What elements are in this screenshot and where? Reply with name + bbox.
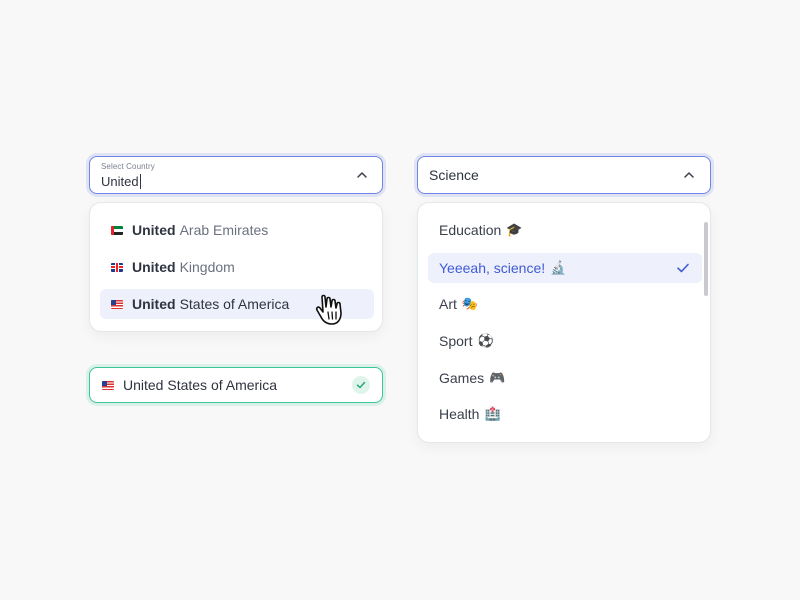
microscope-icon: 🔬 — [550, 260, 567, 276]
option-label: Education — [439, 222, 502, 238]
option-match: United — [132, 259, 176, 275]
chevron-up-icon[interactable] — [354, 167, 370, 183]
game-controller-icon: 🎮 — [489, 370, 506, 386]
text-caret — [139, 174, 142, 189]
country-option-uae[interactable]: United Arab Emirates — [100, 215, 374, 245]
option-match: United — [132, 222, 176, 238]
category-dropdown: Education 🎓 Yeeeah, science! 🔬 Art 🎭 Spo… — [417, 202, 711, 443]
country-search-input[interactable]: United — [101, 174, 142, 189]
theater-masks-icon: 🎭 — [461, 296, 479, 312]
uae-flag-icon — [111, 225, 123, 235]
category-select-value: Science — [429, 167, 479, 183]
category-option-games[interactable]: Games 🎮 — [428, 363, 702, 393]
chevron-up-icon[interactable] — [681, 167, 697, 183]
option-label: Health — [439, 406, 480, 422]
category-option-health[interactable]: Health 🏥 — [428, 399, 702, 429]
selected-country-field[interactable]: United States of America — [89, 367, 383, 403]
category-option-art[interactable]: Art 🎭 — [428, 289, 702, 319]
option-rest: Kingdom — [179, 259, 235, 275]
country-option-uk[interactable]: United Kingdom — [100, 252, 374, 282]
option-label: Games — [439, 370, 485, 386]
hospital-icon: 🏥 — [484, 406, 501, 422]
hand-pointer-icon — [315, 294, 342, 325]
us-flag-icon — [102, 380, 114, 390]
scrollbar-thumb[interactable] — [704, 222, 708, 296]
field-label: Select Country — [101, 162, 155, 171]
option-label: Yeeeah, science! — [439, 260, 546, 276]
canvas: Select Country United United Arab Emirat… — [0, 0, 800, 600]
selected-country-value: United States of America — [123, 377, 278, 393]
search-query: United — [101, 174, 139, 189]
option-label: Sport — [439, 333, 473, 349]
graduation-cap-icon: 🎓 — [506, 222, 523, 238]
category-option-science[interactable]: Yeeeah, science! 🔬 — [428, 253, 702, 283]
country-search-field[interactable]: Select Country United — [89, 156, 383, 194]
check-icon — [677, 263, 689, 273]
category-option-education[interactable]: Education 🎓 — [428, 215, 702, 245]
option-label: Art — [439, 296, 457, 312]
soccer-ball-icon: ⚽ — [477, 333, 494, 349]
us-flag-icon — [111, 299, 123, 309]
option-match: United — [132, 296, 176, 312]
category-select-field[interactable]: Science — [417, 156, 711, 194]
category-option-sport[interactable]: Sport ⚽ — [428, 326, 702, 356]
option-rest: States of America — [179, 296, 290, 312]
option-rest: Arab Emirates — [179, 222, 269, 238]
uk-flag-icon — [111, 262, 123, 272]
check-circle-icon — [352, 376, 370, 394]
